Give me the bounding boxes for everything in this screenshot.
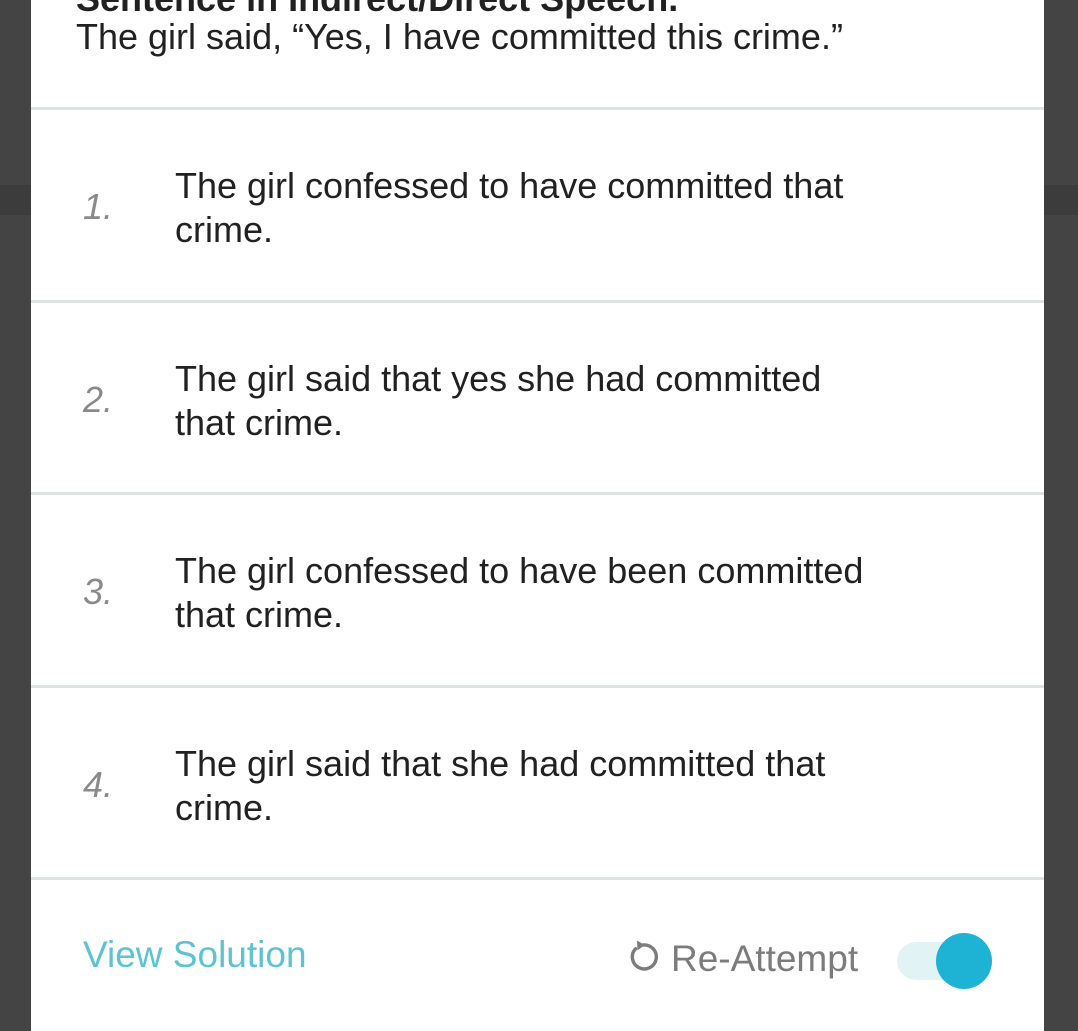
option-number: 3. — [83, 571, 114, 612]
footer-bar: View Solution Re-Attempt — [31, 882, 1044, 1031]
reattempt-button[interactable]: Re-Attempt — [625, 937, 858, 981]
toggle-knob — [936, 933, 992, 989]
option-number: 2. — [83, 379, 114, 420]
option-3[interactable]: 3. The girl confessed to have been commi… — [31, 495, 1044, 685]
option-number: 1. — [83, 186, 114, 227]
option-text: The girl said that she had committed tha… — [175, 742, 935, 830]
option-line: that crime. — [175, 594, 344, 635]
option-2[interactable]: 2. The girl said that yes she had commit… — [31, 303, 1044, 493]
option-4[interactable]: 4. The girl said that she had committed … — [31, 688, 1044, 878]
option-line: The girl said that yes she had committed — [175, 358, 822, 399]
option-1[interactable]: 1. The girl confessed to have committed … — [31, 110, 1044, 300]
reattempt-label: Re-Attempt — [671, 938, 859, 979]
refresh-icon — [625, 939, 671, 980]
option-text: The girl said that yes she had committed… — [175, 357, 935, 445]
toggle-switch[interactable] — [897, 932, 993, 990]
option-line: crime. — [175, 209, 273, 250]
option-number: 4. — [83, 764, 114, 805]
question-text: The girl said, “Yes, I have committed th… — [76, 16, 843, 57]
view-solution-link[interactable]: View Solution — [83, 934, 307, 976]
option-line: crime. — [175, 787, 273, 828]
option-line: The girl confessed to have committed tha… — [175, 165, 844, 206]
option-text: The girl confessed to have committed tha… — [175, 164, 935, 252]
option-line: The girl said that she had committed tha… — [175, 743, 826, 784]
option-line: that crime. — [175, 402, 344, 443]
question-card: Sentence in Indirect/Direct Speech. The … — [31, 0, 1044, 1031]
option-text: The girl confessed to have been committe… — [175, 549, 935, 637]
option-line: The girl confessed to have been committe… — [175, 550, 864, 591]
divider — [31, 877, 1044, 880]
